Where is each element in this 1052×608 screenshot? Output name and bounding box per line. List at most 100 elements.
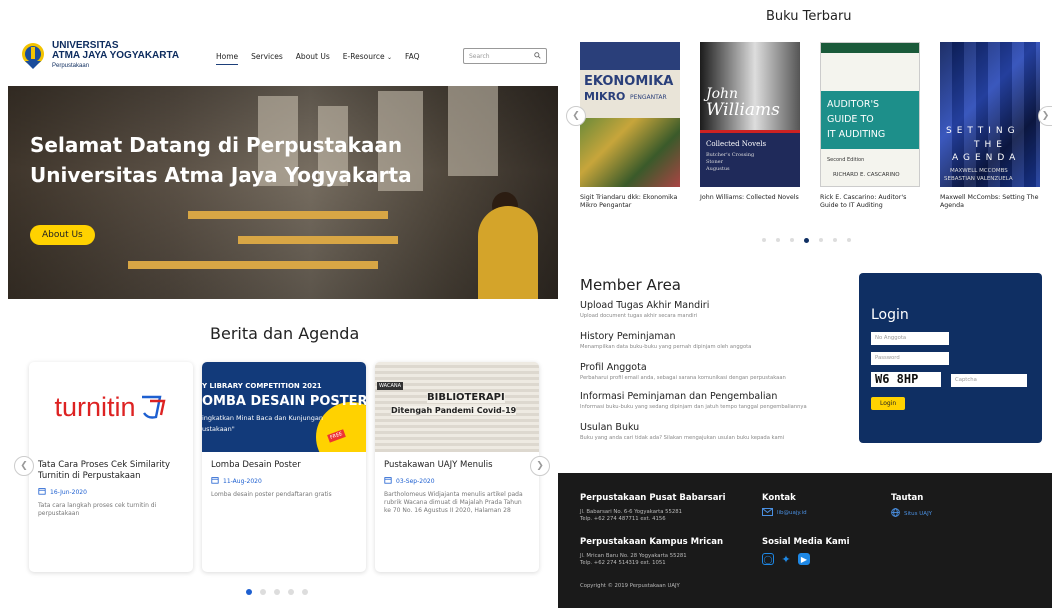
- news-card[interactable]: WACANA BIBLIOTERAPI Ditengah Pandemi Cov…: [375, 362, 539, 572]
- berita-next-arrow[interactable]: ❯: [530, 456, 550, 476]
- nav-faq[interactable]: FAQ: [405, 52, 420, 65]
- captcha-field[interactable]: Captcha: [951, 374, 1027, 387]
- news-card-summary: Bartholomeus Widjajanta menulis artikel …: [384, 491, 523, 514]
- logo-line-3: Perpustakaan: [52, 63, 90, 69]
- about-us-button[interactable]: About Us: [30, 225, 95, 245]
- member-item-desc: Buku yang anda cari tidak ada? Silakan m…: [580, 435, 785, 441]
- book-item[interactable]: EKONOMIKA MIKRO PENGANTAR Sigit Triandar…: [580, 42, 680, 210]
- book-item[interactable]: John Williams Collected Novels Butcher's…: [700, 42, 800, 202]
- pagination-dot[interactable]: [288, 589, 294, 595]
- search-input[interactable]: Search: [463, 48, 547, 64]
- site-logo[interactable]: UNIVERSITAS ATMA JAYA YOGYAKARTA Perpust…: [20, 38, 180, 74]
- captcha-image: W6 8HP: [871, 372, 941, 387]
- buku-next-arrow[interactable]: ❯: [1038, 106, 1052, 126]
- nav-e-resource-label: E-Resource: [342, 52, 385, 61]
- login-panel: Login No Anggota Password W6 8HP Captcha…: [859, 273, 1042, 443]
- pagination-dot[interactable]: [804, 238, 809, 243]
- footer-mrican-title: Perpustakaan Kampus Mrican: [580, 537, 724, 547]
- member-item-title[interactable]: Informasi Peminjaman dan Pengembalian: [580, 391, 807, 402]
- news-card-date: 03-Sep-2020: [396, 477, 435, 485]
- chevron-left-icon: ❮: [20, 461, 28, 471]
- member-item-desc: Upload document tugas akhir secara mandi…: [580, 313, 698, 319]
- buku-section-title: Buku Terbaru: [766, 9, 852, 24]
- member-item-desc: Menampilkan data buku-buku yang pernah d…: [580, 344, 752, 350]
- footer: Perpustakaan Pusat Babarsari Jl. Babarsa…: [558, 473, 1052, 608]
- pagination-dot[interactable]: [274, 589, 280, 595]
- footer-kontak-title: Kontak: [762, 493, 796, 503]
- member-item-upload[interactable]: Upload Tugas Akhir Mandiri Upload docume…: [580, 300, 709, 319]
- news-card-summary: Tata cara langkah proses cek turnitin di…: [38, 502, 157, 517]
- news-card-summary: Lomba desain poster pendaftaran gratis: [211, 491, 332, 498]
- search-placeholder: Search: [469, 52, 490, 60]
- news-card-title[interactable]: Tata Cara Proses Cek Similarity Turnitin…: [29, 460, 193, 482]
- footer-tautan-title: Tautan: [891, 493, 924, 503]
- nav-e-resource[interactable]: E-Resource ⌄: [343, 52, 392, 65]
- news-card-title[interactable]: Pustakawan UAJY Menulis: [375, 460, 539, 471]
- pagination-dot[interactable]: [260, 589, 266, 595]
- book-item[interactable]: SETTING THE AGENDA MAXWELL MCCOMBS SEBAS…: [940, 42, 1040, 210]
- pagination-dot[interactable]: [776, 238, 780, 242]
- calendar-icon: [384, 476, 392, 486]
- news-card-image: WACANA BIBLIOTERAPI Ditengah Pandemi Cov…: [375, 362, 539, 452]
- book-item[interactable]: AUDITOR'S GUIDE TO IT AUDITING Second Ed…: [820, 42, 920, 210]
- twitter-icon[interactable]: ✦: [780, 553, 792, 566]
- pagination-dot[interactable]: [246, 589, 252, 595]
- book-caption[interactable]: Sigit Triandaru dkk: Ekonomika Mikro Pen…: [580, 194, 680, 210]
- member-item-history[interactable]: History Peminjaman Menampilkan data buku…: [580, 331, 751, 350]
- member-item-profil[interactable]: Profil Anggota Perbaharui profil email a…: [580, 362, 786, 381]
- instagram-icon[interactable]: ◯: [762, 553, 774, 565]
- member-item-title[interactable]: Upload Tugas Akhir Mandiri: [580, 300, 709, 311]
- member-item-desc: Informasi buku-buku yang sedang dipinjam…: [580, 404, 807, 410]
- pagination-dot[interactable]: [762, 238, 766, 242]
- book-caption[interactable]: John Williams: Collected Novels: [700, 194, 800, 202]
- search-icon[interactable]: [534, 51, 541, 61]
- footer-sosmed-title: Sosial Media Kami: [762, 537, 850, 547]
- news-card[interactable]: turnitin Tata Cara Proses Cek Similarity…: [29, 362, 193, 572]
- university-emblem-icon: [20, 41, 46, 71]
- turnitin-logo: turnitin: [29, 362, 193, 452]
- pagination-dot[interactable]: [833, 238, 837, 242]
- footer-mrican-telp: Telp. +62 274 514319 ext. 1051: [580, 560, 666, 566]
- news-card-title[interactable]: Lomba Desain Poster: [202, 460, 366, 471]
- password-field[interactable]: Password: [871, 352, 949, 365]
- member-area-title: Member Area: [580, 276, 681, 294]
- pagination-dot[interactable]: [790, 238, 794, 242]
- footer-uajy-link[interactable]: Situs UAJY: [891, 508, 932, 519]
- buku-prev-arrow[interactable]: ❮: [566, 106, 586, 126]
- buku-pagination: [762, 238, 851, 243]
- footer-uajy-text[interactable]: Situs UAJY: [904, 511, 932, 517]
- login-button[interactable]: Login: [871, 397, 906, 410]
- member-item-title[interactable]: Profil Anggota: [580, 362, 786, 373]
- chevron-left-icon: ❮: [572, 111, 580, 121]
- chevron-down-icon: ⌄: [387, 54, 393, 61]
- pagination-dot[interactable]: [302, 589, 308, 595]
- nav-services[interactable]: Services: [251, 52, 283, 65]
- member-item-peminjaman[interactable]: Informasi Peminjaman dan Pengembalian In…: [580, 391, 807, 410]
- footer-pusat-telp: Telp. +62 274 487711 ext. 4156: [580, 516, 666, 522]
- nav-home[interactable]: Home: [216, 52, 239, 65]
- book-cover: AUDITOR'S GUIDE TO IT AUDITING Second Ed…: [820, 42, 920, 187]
- youtube-icon[interactable]: ▶: [798, 553, 810, 565]
- berita-section-title: Berita dan Agenda: [210, 324, 360, 343]
- footer-copyright: Copyright © 2019 Perpustakaan UAJY: [580, 583, 680, 589]
- footer-email-text[interactable]: lib@uajy.id: [777, 510, 807, 516]
- pagination-dot[interactable]: [847, 238, 851, 242]
- globe-icon: [891, 508, 900, 519]
- logo-line-2: ATMA JAYA YOGYAKARTA: [52, 50, 180, 61]
- pagination-dot[interactable]: [819, 238, 823, 242]
- no-anggota-field[interactable]: No Anggota: [871, 332, 949, 345]
- member-item-usulan[interactable]: Usulan Buku Buku yang anda cari tidak ad…: [580, 422, 784, 441]
- footer-email-link[interactable]: lib@uajy.id: [762, 508, 807, 518]
- news-card-date: 16-Jun-2020: [50, 488, 87, 496]
- hero-banner: Selamat Datang di Perpustakaan Universit…: [8, 86, 558, 299]
- member-item-title[interactable]: History Peminjaman: [580, 331, 751, 342]
- nav-about-us[interactable]: About Us: [296, 52, 330, 65]
- book-caption[interactable]: Maxwell McCombs: Setting The Agenda: [940, 194, 1040, 210]
- news-card[interactable]: Y LIBRARY COMPETITION 2021 OMBA DESAIN P…: [202, 362, 366, 572]
- member-item-title[interactable]: Usulan Buku: [580, 422, 784, 433]
- book-caption[interactable]: Rick E. Cascarino: Auditor's Guide to IT…: [820, 194, 920, 210]
- calendar-icon: [38, 487, 46, 497]
- berita-prev-arrow[interactable]: ❮: [14, 456, 34, 476]
- news-card-image: Y LIBRARY COMPETITION 2021 OMBA DESAIN P…: [202, 362, 366, 452]
- chevron-right-icon: ❯: [536, 461, 544, 471]
